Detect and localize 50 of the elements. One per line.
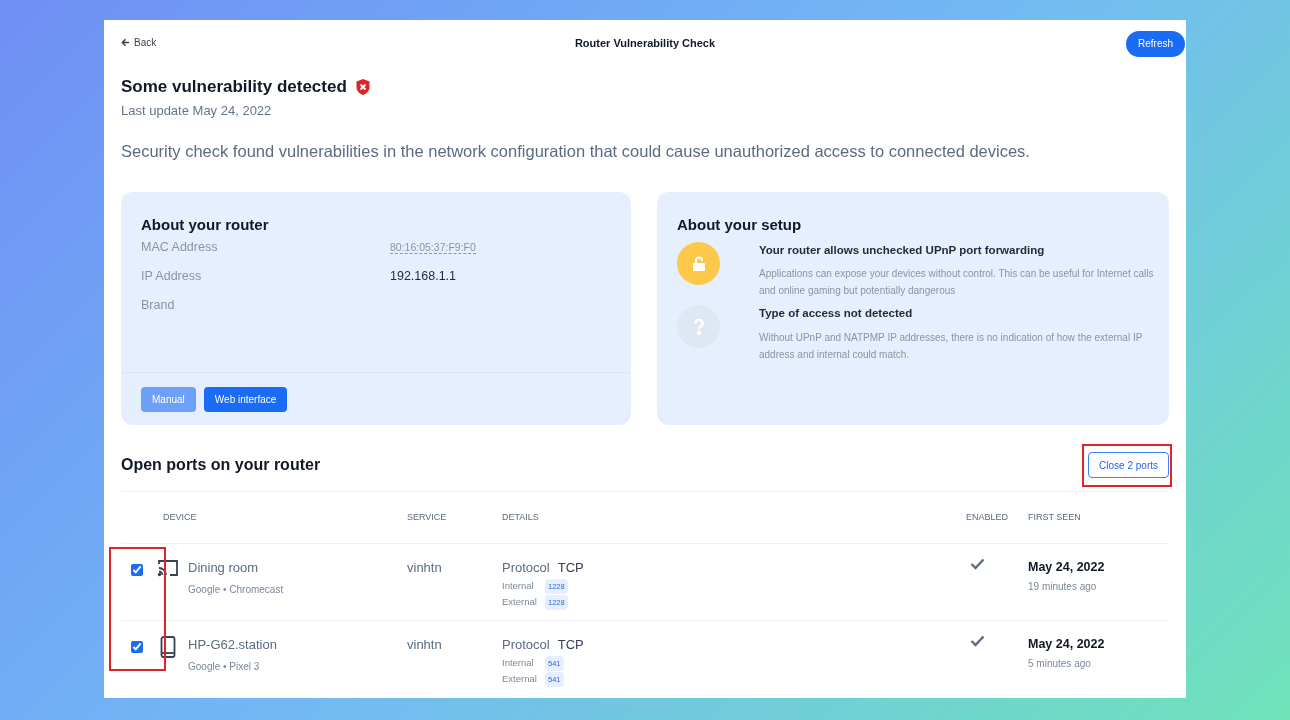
protocol-value: TCP — [557, 636, 584, 654]
setup-item-title: Type of access not detected — [759, 306, 914, 322]
first-seen-ago: 19 minutes ago — [1028, 579, 1098, 594]
device-name: HP-G62.station — [188, 636, 277, 654]
unlocked-padlock-icon — [677, 242, 720, 285]
page-title: Router Vulnerability Check — [574, 35, 716, 51]
service-name: vinhtn — [407, 559, 443, 577]
setup-item-text: Without UPnP and NATPMP IP addresses, there is no indication of how the external IP address and internal could match. — [759, 330, 1144, 362]
device-model: Google • Pixel 3 — [188, 659, 261, 674]
column-header: SERVICE — [407, 510, 448, 524]
first-seen-date: May 24, 2022 — [1028, 636, 1106, 653]
close-ports-button[interactable]: Close 2 ports — [1088, 452, 1169, 479]
setup-item-title: Your router allows unchecked UPnP port forwarding — [759, 243, 1046, 258]
back-arrow-icon — [121, 38, 130, 48]
section-heading: Open ports on your router — [121, 455, 321, 476]
field-value: 192.168.1.1 — [390, 268, 457, 283]
column-header: FIRST SEEN — [1028, 510, 1082, 524]
first-seen-ago: 5 minutes ago — [1028, 656, 1092, 671]
question-mark-icon — [677, 305, 720, 349]
cast-icon — [156, 559, 179, 577]
service-name: vinhtn — [407, 636, 443, 654]
web-interface-button[interactable]: Web interface — [203, 386, 288, 412]
protocol-label: Protocol — [502, 559, 550, 577]
back-link[interactable]: Back — [121, 35, 157, 51]
protocol-value: TCP — [557, 559, 584, 577]
status-heading: Some vulnerability detected — [121, 75, 347, 98]
refresh-button[interactable]: Refresh — [1126, 30, 1185, 57]
card-heading: About your setup — [677, 214, 803, 235]
column-header: DETAILS — [502, 510, 540, 524]
card-heading: About your router — [141, 214, 270, 235]
mac-address-value: 80:16:05:37:F9:F0 — [390, 241, 476, 254]
protocol-label: Protocol — [502, 636, 550, 654]
port-label: External — [502, 672, 538, 687]
last-update-text: Last update May 24, 2022 — [121, 102, 273, 121]
phone-icon — [159, 636, 176, 658]
device-name: Dining room — [188, 559, 260, 577]
setup-item-text: Applications can expose your devices without control. This can be useful for Internet calls and online gaming but potentially dangerous — [759, 267, 1154, 299]
port-label: Internal — [502, 656, 535, 670]
row-checkbox[interactable] — [131, 564, 143, 576]
port-label: External — [502, 595, 538, 610]
field-label: MAC Address — [141, 239, 219, 256]
field-label: Brand — [141, 296, 176, 314]
field-label: IP Address — [141, 267, 203, 285]
row-checkbox[interactable] — [131, 641, 143, 653]
column-header: DEVICE — [163, 510, 198, 524]
description-text: Security check found vulnerabilities in the network configuration that could cause unauthorized access to connected devices. — [121, 140, 1031, 162]
column-header: ENABLED — [966, 510, 1010, 524]
device-model: Google • Chromecast — [188, 582, 284, 597]
first-seen-date: May 24, 2022 — [1028, 559, 1106, 576]
port-label: Internal — [502, 579, 535, 593]
